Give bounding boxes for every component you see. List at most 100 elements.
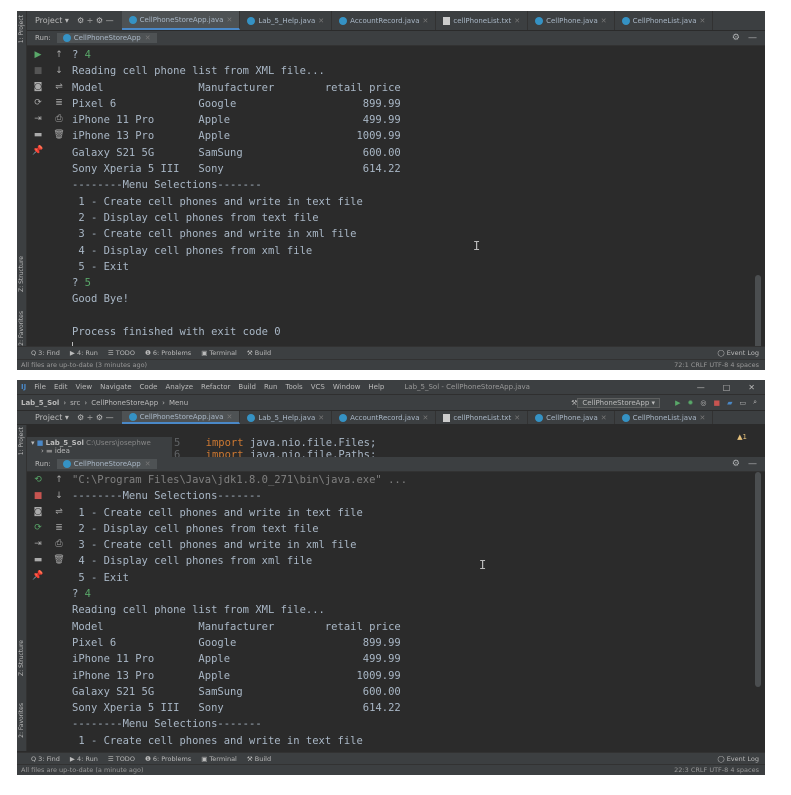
menu-navigate[interactable]: Navigate [100,383,131,391]
trash-icon[interactable]: 🗑 [49,127,69,143]
toolwindow-button[interactable]: ▣ Terminal [201,755,237,763]
close-icon[interactable]: ✕ [700,414,706,422]
file-tab[interactable]: CellPhone.java ✕ [528,11,615,30]
close-window-button[interactable]: ✕ [748,383,755,392]
restore-layout-icon[interactable]: ⟳ [28,520,48,536]
event-log-button[interactable]: ◯ Event Log [717,755,759,763]
run-icon[interactable]: ▶ [675,399,680,407]
scroll-to-end-icon[interactable]: ≣ [49,520,69,536]
console-scrollbar[interactable] [755,47,761,359]
file-tab[interactable]: AccountRecord.java ✕ [332,11,437,30]
rerun-icon[interactable]: ▶ [28,47,48,63]
gear-icon[interactable]: ⚙ [732,33,740,43]
menu-code[interactable]: Code [140,383,158,391]
toolwindow-button[interactable]: ☰ TODO [108,755,135,763]
toolwindow-button[interactable]: ❶ 6: Problems [145,349,191,357]
minimize-icon[interactable]: — [748,459,757,469]
close-icon[interactable]: ✕ [423,414,429,422]
menu-analyze[interactable]: Analyze [165,383,193,391]
stop-icon[interactable]: ■ [28,488,48,504]
minimize-icon[interactable]: — [748,33,757,43]
exit-icon[interactable]: ⇥ [28,111,48,127]
console-scrollbar[interactable] [755,472,761,750]
console-scrollbar-thumb[interactable] [755,275,761,355]
file-tab[interactable]: CellPhoneList.java ✕ [615,11,714,30]
menu-help[interactable]: Help [368,383,384,391]
stop-icon[interactable]: ■ [713,399,720,407]
structure-toolwindow-label[interactable]: Z: Structure [18,640,25,676]
menu-run[interactable]: Run [264,383,277,391]
menu-build[interactable]: Build [238,383,256,391]
down-arrow-icon[interactable]: ↓ [49,488,69,504]
layout-icon[interactable]: ▬ [28,127,48,143]
minimize-window-button[interactable]: — [697,383,705,392]
toolwindow-button[interactable]: ▶ 4: Run [70,755,98,763]
favorites-toolwindow-label[interactable]: 2: Favorites [18,311,25,346]
menu-file[interactable]: File [34,383,46,391]
console-output[interactable]: ? 4 Reading cell phone list from XML file… [72,47,751,359]
close-icon[interactable]: ✕ [318,414,324,422]
toolwindow-button[interactable]: ❶ 6: Problems [145,755,191,763]
pin-icon[interactable]: 📌 [28,568,48,584]
close-icon[interactable]: ✕ [514,17,520,25]
console-scrollbar-thumb[interactable] [755,472,761,687]
menu-edit[interactable]: Edit [54,383,68,391]
soft-wrap-icon[interactable]: ⇌ [49,504,69,520]
file-tab[interactable]: CellPhone.java ✕ [528,411,615,424]
status-position[interactable]: 72:1 CRLF UTF-8 4 spaces [674,361,759,369]
toolwindow-button[interactable]: ⚒ Build [247,349,271,357]
debug-icon[interactable]: ✹ [687,399,693,407]
breadcrumb-item[interactable]: Lab_5_Sol [21,399,59,407]
close-icon[interactable]: ✕ [226,413,232,421]
trash-icon[interactable]: 🗑 [49,552,69,568]
toolwindow-button[interactable]: ⚒ Build [247,755,271,763]
print-icon[interactable]: ⎙ [49,536,69,552]
stop-icon[interactable]: ■ [28,63,48,79]
toolwindow-button[interactable]: ▣ Terminal [201,349,237,357]
close-icon[interactable]: ✕ [601,17,607,25]
close-icon[interactable]: ✕ [514,414,520,422]
close-icon[interactable]: ✕ [226,16,232,24]
breadcrumb-item[interactable]: Menu [169,399,188,407]
file-tab[interactable]: CellPhoneStoreApp.java ✕ [121,11,241,30]
editor-code-peek[interactable]: 5 import java.nio.file.Files; 6 import ja… [174,437,751,457]
pin-icon[interactable]: 📌 [28,143,48,159]
layout-icon[interactable]: ▭ [739,399,746,407]
up-arrow-icon[interactable]: ↑ [49,472,69,488]
up-arrow-icon[interactable]: ↑ [49,47,69,63]
project-toolwindow-label[interactable]: 1: Project [18,15,25,43]
menu-tools[interactable]: Tools [285,383,302,391]
status-position[interactable]: 22:3 CRLF UTF-8 4 spaces [674,766,759,774]
close-icon[interactable]: ✕ [145,460,151,468]
menu-window[interactable]: Window [333,383,361,391]
file-tab[interactable]: cellPhoneList.txt ✕ [436,11,529,30]
toolwindow-button[interactable]: ▶ 4: Run [70,349,98,357]
exit-icon[interactable]: ⇥ [28,536,48,552]
vcs-icon[interactable]: ▰ [727,399,732,407]
file-tab[interactable]: Lab_5_Help.java ✕ [240,411,333,424]
project-menu-button[interactable]: Project ▾ [35,413,69,422]
close-icon[interactable]: ✕ [318,17,324,25]
breadcrumb-item[interactable]: CellPhoneStoreApp [91,399,158,407]
toolwindow-button[interactable]: ☰ TODO [108,349,135,357]
maximize-window-button[interactable]: □ [723,383,731,392]
soft-wrap-icon[interactable]: ⇌ [49,79,69,95]
file-tab[interactable]: AccountRecord.java ✕ [332,411,437,424]
breadcrumb-item[interactable]: src [70,399,80,407]
menu-view[interactable]: View [76,383,93,391]
run-config-dropdown[interactable]: CellPhoneStoreApp ▾ [577,397,661,408]
close-icon[interactable]: ✕ [601,414,607,422]
camera-icon[interactable]: ◙ [28,504,48,520]
project-tree-root[interactable]: ▾ ■ Lab_5_Sol C:\Users\josephwe [31,439,168,447]
restore-layout-icon[interactable]: ⟳ [28,95,48,111]
warning-badge[interactable]: ▲1 [737,433,747,441]
scroll-to-end-icon[interactable]: ≣ [49,95,69,111]
file-tab[interactable]: CellPhoneStoreApp.java ✕ [121,411,241,424]
event-log-button[interactable]: ◯ Event Log [717,349,759,357]
file-tab[interactable]: cellPhoneList.txt ✕ [436,411,529,424]
toolwindow-button[interactable]: Q 3: Find [31,755,60,763]
structure-toolwindow-label[interactable]: Z: Structure [18,256,25,292]
settings-gear-icon[interactable]: ⚙ ÷ ⚙ — [77,413,114,422]
settings-gear-icon[interactable]: ⚙ ÷ ⚙ — [77,16,114,25]
file-tab[interactable]: Lab_5_Help.java ✕ [240,11,333,30]
